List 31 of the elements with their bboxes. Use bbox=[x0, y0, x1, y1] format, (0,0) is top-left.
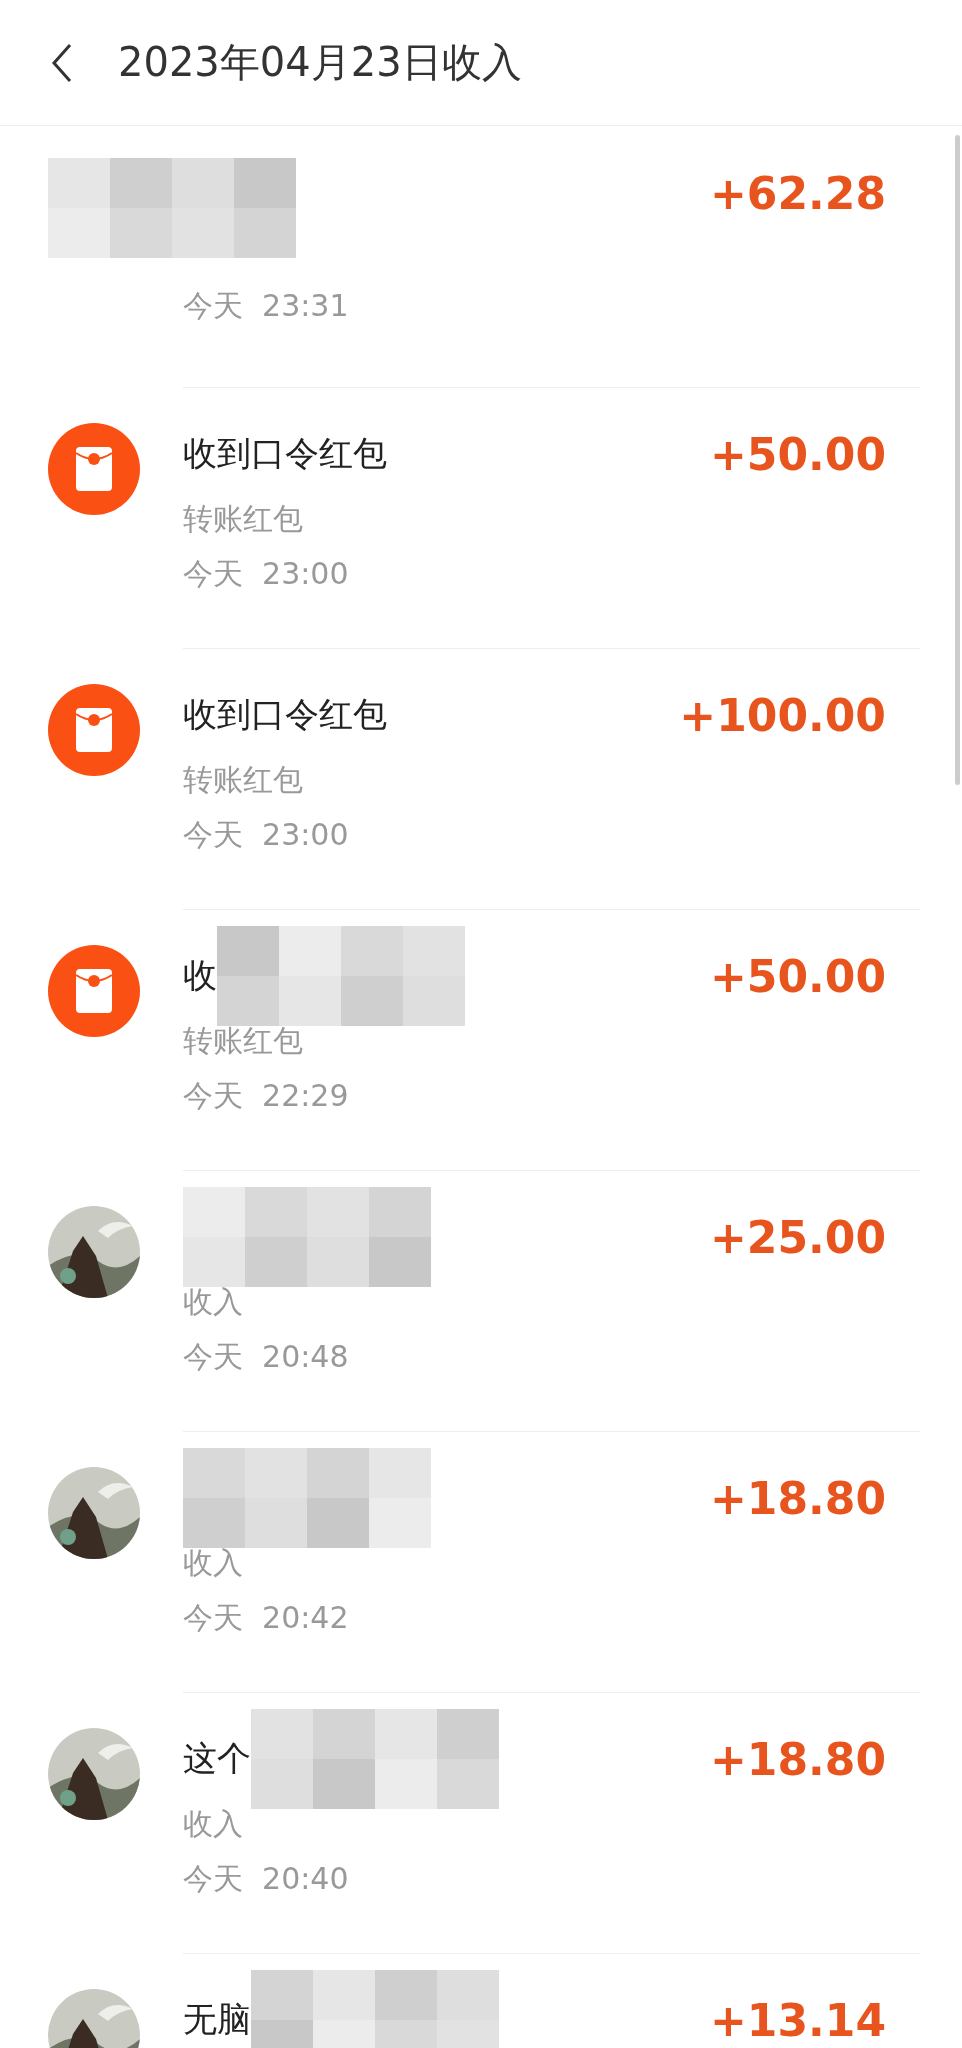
record-type: 收入 bbox=[183, 1544, 243, 1582]
record-type: 转账红包 bbox=[183, 1022, 303, 1060]
amount: +18.80 bbox=[709, 1733, 886, 1787]
amount: +50.00 bbox=[709, 428, 886, 482]
envelope-icon bbox=[48, 945, 140, 1037]
record-title: 收到口令红包 bbox=[183, 693, 387, 736]
record-time: 今天 23:31 bbox=[183, 287, 349, 325]
back-icon[interactable] bbox=[50, 42, 74, 83]
page-title: 2023年04月23日收入 bbox=[118, 38, 522, 87]
record-type: 收入 bbox=[183, 1283, 243, 1321]
record-time: 今天 20:42 bbox=[183, 1599, 349, 1637]
record-type: 转账红包 bbox=[183, 500, 303, 538]
record-time: 今天 23:00 bbox=[183, 816, 349, 854]
record-title: 收到口令红包 bbox=[183, 432, 387, 475]
envelope-icon bbox=[48, 684, 140, 776]
record-type: 收入 bbox=[183, 1805, 243, 1843]
record-title: 无脑 bbox=[183, 1998, 251, 2041]
record-title: 这个 bbox=[183, 1737, 251, 1780]
amount: +50.00 bbox=[709, 950, 886, 1004]
amount: +25.00 bbox=[709, 1211, 886, 1265]
record-time: 今天 23:00 bbox=[183, 555, 349, 593]
record-time: 今天 22:29 bbox=[183, 1077, 349, 1115]
record-time: 今天 20:48 bbox=[183, 1338, 349, 1376]
amount: +18.80 bbox=[709, 1472, 886, 1526]
envelope-icon bbox=[48, 423, 140, 515]
amount: +62.28 bbox=[709, 167, 886, 221]
record-time: 今天 20:40 bbox=[183, 1860, 349, 1898]
amount: +100.00 bbox=[679, 689, 886, 743]
record-title: 收 bbox=[183, 954, 217, 997]
amount: +13.14 bbox=[709, 1994, 886, 2048]
record-type: 转账红包 bbox=[183, 761, 303, 799]
